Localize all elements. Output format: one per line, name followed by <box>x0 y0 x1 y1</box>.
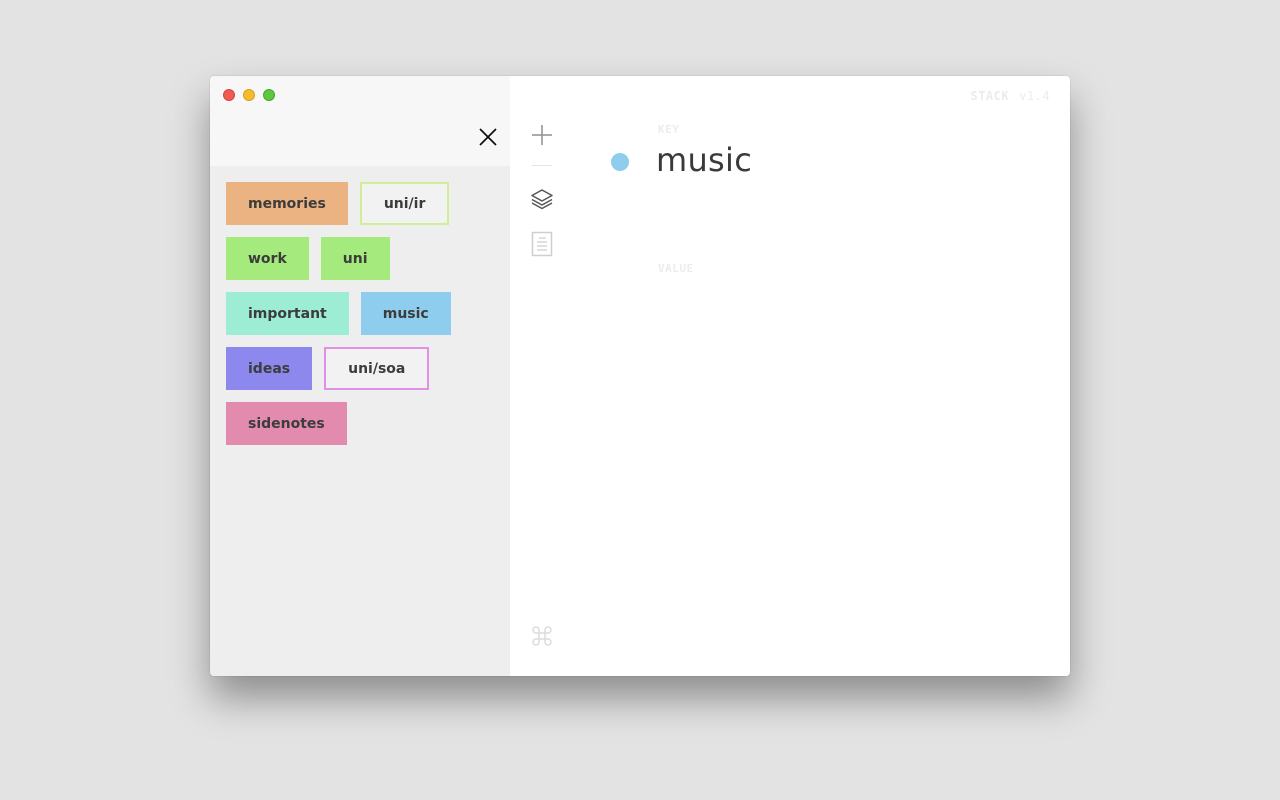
close-sidebar-button[interactable] <box>476 125 500 149</box>
add-entry-button[interactable] <box>530 123 554 152</box>
tags-button[interactable] <box>530 187 554 216</box>
tag-sidenotes[interactable]: sidenotes <box>226 402 347 445</box>
tag-ideas[interactable]: ideas <box>226 347 313 390</box>
tag-list: memories uni/ir work uni important music ideas… <box>226 182 496 457</box>
shortcuts-button[interactable] <box>530 624 554 653</box>
app-window: memories uni/ir work uni important music ideas… <box>210 76 1070 676</box>
tag-uni[interactable]: uni <box>320 237 390 280</box>
tag-music[interactable]: music <box>360 292 451 335</box>
toolbar-divider <box>532 165 552 166</box>
plus-icon <box>532 125 552 145</box>
tag-important[interactable]: important <box>226 292 349 335</box>
value-label: VALUE <box>658 262 694 275</box>
tag-sidebar: memories uni/ir work uni important music ideas… <box>210 76 510 676</box>
sidebar-header <box>210 76 510 166</box>
layers-icon <box>531 189 553 210</box>
tag-row: memories uni/ir <box>226 182 496 225</box>
command-icon <box>532 626 552 646</box>
window-minimize-button[interactable] <box>243 89 255 101</box>
tag-row: ideas uni/soa <box>226 347 496 390</box>
app-title: STACK v1.4 <box>970 89 1050 103</box>
app-name: STACK <box>970 89 1010 103</box>
tag-uni-soa[interactable]: uni/soa <box>324 347 430 390</box>
document-icon <box>531 231 553 257</box>
app-version: v1.4 <box>1019 89 1050 103</box>
close-icon <box>479 128 497 146</box>
tag-row: work uni <box>226 237 496 280</box>
key-input[interactable]: music <box>656 140 752 180</box>
entries-button[interactable] <box>531 231 553 262</box>
tag-row: important music <box>226 292 496 335</box>
tag-row: sidenotes <box>226 402 496 445</box>
window-maximize-button[interactable] <box>263 89 275 101</box>
key-tag-dot <box>611 153 629 171</box>
tag-memories[interactable]: memories <box>226 182 348 225</box>
key-label: KEY <box>658 123 680 136</box>
value-input[interactable] <box>656 288 1036 628</box>
tag-work[interactable]: work <box>226 237 309 280</box>
window-close-button[interactable] <box>223 89 235 101</box>
entry-panel: STACK v1.4 KEY music VALUE <box>510 76 1070 676</box>
tag-uni-ir[interactable]: uni/ir <box>359 182 450 225</box>
